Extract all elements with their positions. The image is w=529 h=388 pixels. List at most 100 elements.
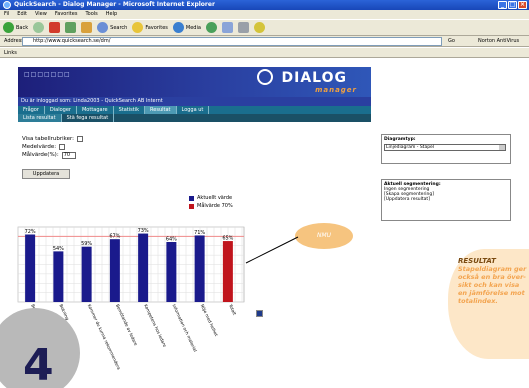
bar	[138, 233, 149, 302]
forward-button[interactable]	[33, 22, 45, 33]
tab-resultat[interactable]: Resultat	[145, 106, 177, 114]
media-icon	[172, 22, 184, 33]
address-input[interactable]: http://www.quicksearch.se/dm/	[22, 37, 442, 46]
tab-dialoger[interactable]: Dialoger	[45, 106, 77, 114]
window-title: QuickSearch - Dialog Manager - Microsoft…	[14, 1, 215, 8]
menu-favorites[interactable]: Favorites	[55, 10, 78, 19]
bar	[25, 234, 36, 302]
category-tick-label: Bemötande av ledare	[115, 303, 139, 346]
address-bar: Address http://www.quicksearch.se/dm/ Go…	[0, 36, 529, 47]
back-arrow-icon	[3, 22, 14, 33]
bar-value-label: 71%	[194, 230, 205, 236]
category-tick-label: Kommer du kunna rekommendera	[87, 303, 122, 370]
favorites-button[interactable]: Favorites	[132, 22, 168, 33]
go-button[interactable]: Go	[448, 37, 466, 46]
bar	[194, 235, 205, 302]
callout-bubble: NMU	[295, 223, 353, 249]
export-icon[interactable]	[256, 310, 263, 317]
bar	[166, 242, 177, 302]
bar	[53, 251, 64, 302]
browser-toolbar: Back Search Favorites Media	[0, 19, 529, 36]
brand-squares: □□□□□□□	[24, 71, 71, 78]
mail-icon	[221, 22, 233, 33]
legend-swatch-target	[189, 203, 194, 209]
app-logo-sub: manager	[315, 86, 357, 94]
option-labels-row: Visa tabellrubriker:	[22, 135, 84, 143]
category-tick-label: Information och material	[171, 303, 197, 352]
option-labels-label: Visa tabellrubriker:	[22, 136, 75, 142]
legend-entry-target: Målvärde 70%	[189, 202, 233, 210]
result-body: Stapeldiagram ger också en bra över-sikt…	[458, 265, 527, 305]
tab-fragor[interactable]: Frågor	[18, 106, 45, 114]
subtab-lista-resultat[interactable]: Lista resultat	[18, 114, 62, 122]
ie-icon	[3, 1, 11, 9]
bar-value-label: 73%	[138, 228, 149, 234]
chart-legend: Aktuellt värde Målvärde 70%	[189, 194, 233, 210]
update-button[interactable]: Uppdatera	[22, 169, 70, 179]
bar-value-label: 72%	[25, 229, 36, 235]
page-content: □□□□□□□ DIALOG manager Du är inloggad so…	[0, 59, 529, 388]
links-bar[interactable]: Links	[0, 48, 529, 58]
forward-arrow-icon	[33, 22, 45, 33]
result-title: RESULTAT	[458, 257, 496, 265]
legend-swatch-actual	[189, 195, 194, 201]
refresh-icon	[65, 22, 77, 33]
back-button[interactable]: Back	[3, 22, 28, 33]
bar-value-label: 59%	[81, 241, 92, 247]
stop-icon	[49, 22, 61, 33]
logged-in-status: Du är inloggad som: Linda2003 - QuickSea…	[18, 97, 371, 106]
segmentation-panel: Aktuell segmentering: Ingen segmentering…	[381, 179, 511, 221]
address-label: Address	[4, 38, 24, 44]
category-tick-label: Nöje med helhet	[200, 303, 219, 337]
chart-options: Visa tabellrubriker: Medelvärde: Målvärd…	[22, 135, 84, 159]
search-icon	[97, 22, 109, 33]
search-button[interactable]: Search	[97, 22, 127, 33]
menu-file[interactable]: Fil	[4, 10, 9, 19]
average-checkbox[interactable]	[59, 144, 66, 150]
bar	[81, 246, 92, 302]
subtab-fega-resultat[interactable]: Stä fega resultat	[62, 114, 115, 122]
tab-mottagare[interactable]: Mottagare	[77, 106, 114, 114]
messenger-icon	[253, 22, 265, 33]
category-tick-label: Kompetens hos ledare	[143, 303, 167, 348]
chevron-down-icon	[499, 145, 505, 150]
callout-pointer	[245, 236, 299, 264]
target-input[interactable]: 70	[61, 151, 76, 159]
print-button[interactable]	[237, 22, 249, 33]
media-button[interactable]: Media	[172, 22, 201, 33]
messenger-button[interactable]	[253, 22, 265, 33]
bar-value-label: 67%	[109, 234, 120, 240]
menu-tools[interactable]: Tools	[85, 10, 97, 19]
close-button[interactable]: ×	[518, 1, 527, 9]
app-banner: □□□□□□□ DIALOG manager	[18, 67, 371, 97]
minimize-button[interactable]: _	[498, 1, 507, 9]
menu-bar: Fil Edit View Favorites Tools Help	[0, 10, 529, 19]
sub-tabs: Lista resultat Stä fega resultat	[18, 114, 371, 122]
mail-button[interactable]	[221, 22, 233, 33]
nav-tabs: Frågor Dialoger Mottagare Statistik Resu…	[18, 106, 371, 114]
norton-link[interactable]: Norton AntiVirus	[478, 36, 519, 47]
history-button[interactable]	[205, 22, 217, 33]
stop-button[interactable]	[49, 22, 61, 33]
legend-entry-actual: Aktuellt värde	[189, 194, 233, 202]
option-average-label: Medelvärde:	[22, 144, 57, 150]
option-target-label: Målvärde(%):	[22, 152, 59, 158]
menu-help[interactable]: Help	[106, 10, 117, 19]
bar	[109, 239, 120, 302]
menu-edit[interactable]: Edit	[17, 10, 27, 19]
update-result-link[interactable]: [Uppdatera resultat]	[384, 197, 508, 202]
refresh-button[interactable]	[65, 22, 77, 33]
chart-type-select[interactable]: Linjediagram - Stapel	[384, 144, 506, 151]
bar-value-label: 65%	[222, 236, 233, 242]
star-icon	[132, 22, 144, 33]
result-caption: RESULTAT Stapeldiagram ger också en bra …	[458, 257, 529, 352]
tab-statistik[interactable]: Statistik	[114, 106, 146, 114]
home-button[interactable]	[81, 22, 93, 33]
category-tick-label: Totalt	[228, 302, 238, 316]
labels-checkbox[interactable]	[77, 136, 84, 142]
menu-view[interactable]: View	[35, 10, 47, 19]
tab-logga-ut[interactable]: Logga ut	[177, 106, 210, 114]
bar-value-label: 64%	[166, 237, 177, 243]
option-target-row: Målvärde(%): 70	[22, 151, 83, 159]
maximize-button[interactable]: □	[508, 1, 517, 9]
